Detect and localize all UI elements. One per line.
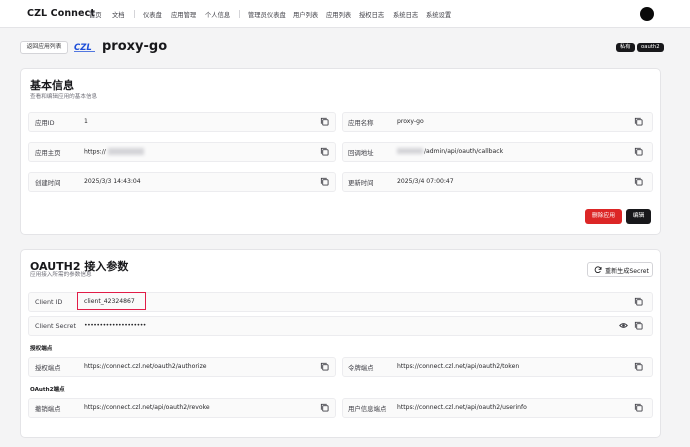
- app-id-label: 应用ID: [35, 119, 55, 127]
- edit-app-button[interactable]: 编辑: [626, 209, 651, 224]
- user-avatar[interactable]: [640, 7, 654, 21]
- top-navbar: CZL Connect 首页 文档 仪表盘 应用管理 个人信息 管理员仪表盘 用…: [0, 0, 690, 28]
- token-endpoint-label: 令牌端点: [348, 364, 374, 372]
- copy-icon[interactable]: [634, 297, 643, 306]
- app-name-value: proxy-go: [397, 118, 424, 125]
- nav-dashboard[interactable]: 仪表盘: [143, 10, 162, 19]
- token-endpoint-value: https://connect.czl.net/api/oauth2/token: [397, 363, 520, 370]
- updated-time-label: 更新时间: [348, 179, 374, 187]
- homepage-value: https://: [84, 148, 144, 156]
- regenerate-secret-label: 重新生成Secret: [605, 268, 649, 275]
- eye-icon[interactable]: [619, 321, 628, 330]
- basic-info-subtitle: 查看和编辑应用的基本信息: [30, 94, 98, 100]
- copy-icon[interactable]: [634, 321, 643, 330]
- copy-icon[interactable]: [634, 147, 643, 156]
- userinfo-endpoint-value: https://connect.czl.net/api/oauth2/useri…: [397, 404, 527, 411]
- refresh-icon: [594, 266, 602, 274]
- copy-icon[interactable]: [320, 177, 329, 186]
- nav-auth-logs[interactable]: 授权日志: [359, 10, 384, 19]
- callback-label: 回调地址: [348, 149, 374, 157]
- redacted-blur: [397, 148, 423, 154]
- app-title: proxy-go: [102, 39, 168, 54]
- copy-icon[interactable]: [634, 117, 643, 126]
- nav-user-list[interactable]: 用户列表: [293, 10, 318, 19]
- copy-icon[interactable]: [320, 117, 329, 126]
- updated-time-value: 2025/3/4 07:00:47: [397, 178, 454, 185]
- basic-info-title: 基本信息: [30, 79, 74, 92]
- app-name-field: [342, 112, 653, 132]
- homepage-label: 应用主页: [35, 149, 61, 157]
- authorize-endpoint-label: 授权端点: [35, 364, 61, 372]
- userinfo-endpoint-label: 用户信息端点: [348, 405, 387, 413]
- client-secret-value: ••••••••••••••••••••: [84, 322, 146, 329]
- authorize-endpoint-value: https://connect.czl.net/oauth2/authorize: [84, 363, 207, 370]
- copy-icon[interactable]: [634, 362, 643, 371]
- redacted-blur: [107, 148, 144, 155]
- oauth2-tag-badge: oauth2: [637, 43, 664, 52]
- app-logo-icon: CZL: [74, 43, 95, 52]
- revoke-endpoint-label: 撤销端点: [35, 405, 61, 413]
- delete-app-button[interactable]: 删除应用: [585, 209, 622, 224]
- oauth2-params-subtitle: 应用接入所需的参数信息: [30, 272, 92, 278]
- oauth2-endpoints-section-label: OAuth2端点: [30, 387, 65, 393]
- nav-divider: [134, 10, 135, 18]
- created-time-value: 2025/3/3 14:43:04: [84, 178, 141, 185]
- copy-icon[interactable]: [634, 403, 643, 412]
- back-to-app-list-button[interactable]: 返回应用列表: [20, 41, 68, 54]
- nav-profile[interactable]: 个人信息: [205, 10, 230, 19]
- brand-logo[interactable]: CZL Connect: [27, 8, 95, 19]
- copy-icon[interactable]: [320, 403, 329, 412]
- updated-time-field: [342, 172, 653, 192]
- created-time-label: 创建时间: [35, 179, 61, 187]
- client-id-label: Client ID: [35, 298, 63, 306]
- homepage-field: [28, 142, 336, 162]
- app-name-label: 应用名称: [348, 119, 374, 127]
- nav-system-settings[interactable]: 系统设置: [426, 10, 451, 19]
- nav-admin-dashboard[interactable]: 管理员仪表盘: [248, 10, 286, 19]
- nav-divider: [239, 10, 240, 18]
- copy-icon[interactable]: [320, 147, 329, 156]
- app-id-value: 1: [84, 118, 88, 125]
- nav-docs[interactable]: 文档: [112, 10, 125, 19]
- regenerate-secret-button[interactable]: 重新生成Secret: [587, 262, 653, 277]
- callback-value: /admin/api/oauth/callback: [397, 148, 503, 155]
- client-id-highlight-box: [77, 292, 146, 310]
- copy-icon[interactable]: [320, 362, 329, 371]
- nav-home[interactable]: 首页: [89, 10, 102, 19]
- revoke-endpoint-value: https://connect.czl.net/api/oauth2/revok…: [84, 404, 210, 411]
- created-time-field: [28, 172, 336, 192]
- copy-icon[interactable]: [634, 177, 643, 186]
- app-id-field: [28, 112, 336, 132]
- nav-app-list[interactable]: 应用列表: [326, 10, 351, 19]
- svg-text:CZL: CZL: [74, 43, 92, 52]
- client-secret-label: Client Secret: [35, 322, 76, 330]
- private-tag-badge: 私有: [616, 43, 635, 52]
- nav-system-logs[interactable]: 系统日志: [393, 10, 418, 19]
- nav-app-management[interactable]: 应用管理: [171, 10, 196, 19]
- auth-endpoints-section-label: 授权端点: [30, 346, 53, 352]
